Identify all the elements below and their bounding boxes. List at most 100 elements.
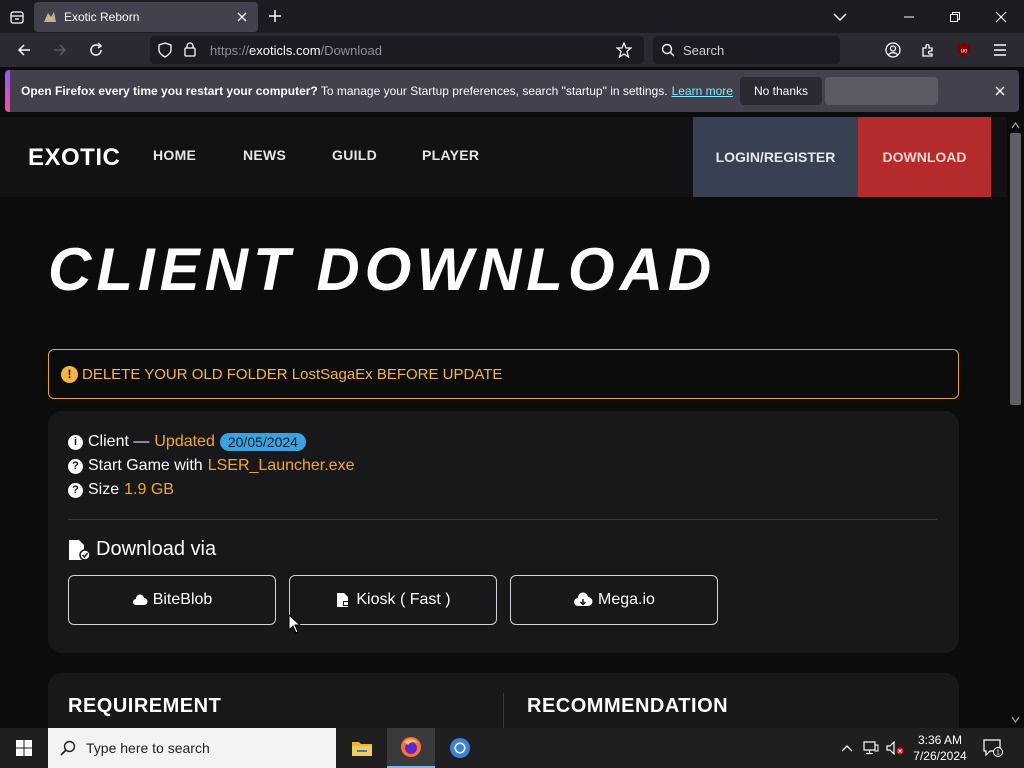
download-via-heading: Download via — [68, 538, 216, 561]
taskbar-clock[interactable]: 3:36 AM 7/26/2024 — [908, 732, 972, 764]
menu-hamburger-icon[interactable] — [987, 38, 1013, 62]
minimize-icon[interactable] — [886, 0, 932, 33]
shield-icon[interactable] — [158, 42, 172, 63]
info-icon: i — [68, 434, 83, 450]
url-host: exoticls.com — [249, 42, 321, 58]
kiosk-download-button[interactable]: Kiosk ( Fast ) — [289, 575, 497, 625]
tab-list-icon[interactable] — [0, 0, 33, 33]
notification-message: Open Firefox every time you restart your… — [21, 84, 733, 98]
client-label: Client — — [88, 433, 150, 450]
biteblob-download-button[interactable]: BiteBlob — [68, 575, 276, 625]
search-icon — [60, 740, 76, 756]
file-check-icon — [69, 539, 91, 561]
notification-bold-text: Open Firefox every time you restart your… — [21, 84, 318, 98]
file-explorer-icon[interactable] — [338, 728, 386, 768]
taskbar-search-placeholder: Type here to search — [86, 740, 210, 756]
notification-secondary-button[interactable] — [825, 77, 938, 105]
bookmark-star-icon[interactable] — [615, 41, 633, 63]
client-info-card: i Client — Updated 20/05/2024 ? Start Ga… — [48, 411, 959, 653]
site-header: EXOTIC HOME NEWS GUILD PLAYER LOGIN/REGI… — [0, 117, 1007, 197]
notification-count: 1 — [996, 750, 1000, 757]
back-icon[interactable] — [11, 38, 37, 62]
mega-label: Mega.io — [598, 591, 655, 608]
tab-overflow-chevron-icon[interactable] — [817, 0, 863, 33]
extensions-icon[interactable] — [915, 38, 941, 62]
scroll-up-icon[interactable] — [1011, 121, 1020, 130]
url-scheme: https:// — [210, 42, 250, 58]
updated-label: Updated — [154, 433, 215, 450]
svg-text:uo: uo — [961, 49, 968, 55]
launcher-row: ? Start Game with LSER_Launcher.exe — [68, 457, 354, 475]
launcher-filename: LSER_Launcher.exe — [207, 457, 355, 474]
nav-guild[interactable]: GUILD — [332, 147, 377, 163]
specs-divider — [503, 693, 504, 728]
search-bar[interactable]: Search — [653, 36, 840, 64]
size-row: ? Size 1.9 GB — [68, 481, 174, 499]
restore-icon[interactable] — [932, 0, 978, 33]
chromium-taskbar-icon[interactable] — [436, 728, 484, 768]
url-bar[interactable]: https://exoticls.com/Download — [150, 36, 644, 64]
cloud-download-icon — [574, 592, 593, 606]
notification-accent — [5, 70, 10, 112]
windows-start-icon[interactable] — [0, 728, 48, 768]
nav-home[interactable]: HOME — [153, 147, 196, 163]
kiosk-label: Kiosk ( Fast ) — [356, 591, 451, 608]
no-thanks-button[interactable]: No thanks — [740, 77, 822, 105]
learn-more-link[interactable]: Learn more — [672, 84, 733, 98]
account-icon[interactable] — [880, 38, 906, 62]
scroll-thumb[interactable] — [1010, 133, 1021, 405]
page-title: CLIENT DOWNLOAD — [48, 236, 717, 303]
download-nav-button[interactable]: DOWNLOAD — [858, 117, 991, 197]
recommendation-heading: RECOMMENDATION — [527, 695, 729, 717]
favicon-icon — [42, 9, 58, 25]
update-warning-alert: ! DELETE YOUR OLD FOLDER LostSagaEx BEFO… — [48, 349, 959, 399]
nav-news[interactable]: NEWS — [243, 147, 286, 163]
network-icon[interactable] — [860, 728, 882, 768]
download-via-text: Download via — [96, 538, 217, 560]
search-icon — [661, 43, 675, 57]
alert-text: DELETE YOUR OLD FOLDER LostSagaEx BEFORE… — [82, 365, 503, 383]
lock-icon[interactable] — [184, 42, 196, 62]
site-logo[interactable]: EXOTIC — [28, 144, 120, 172]
page-scrollbar[interactable] — [1007, 117, 1024, 728]
tray-overflow-chevron-icon[interactable] — [838, 728, 856, 768]
clock-time: 3:36 AM — [917, 733, 963, 747]
new-tab-icon[interactable] — [265, 6, 285, 26]
browser-nav-bar: https://exoticls.com/Download Search uo — [0, 33, 1024, 67]
login-register-button[interactable]: LOGIN/REGISTER — [693, 117, 858, 197]
ublock-icon[interactable]: uo — [951, 38, 977, 62]
reload-icon[interactable] — [83, 38, 109, 62]
tab-title: Exotic Reborn — [64, 10, 140, 24]
page-content: EXOTIC HOME NEWS GUILD PLAYER LOGIN/REGI… — [0, 117, 1007, 728]
close-window-icon[interactable] — [978, 0, 1024, 33]
notification-close-icon[interactable] — [991, 82, 1009, 100]
browser-tab-bar: Exotic Reborn — [0, 0, 1024, 33]
action-center-icon[interactable]: 1 — [980, 728, 1006, 768]
startup-notification-bar: Open Firefox every time you restart your… — [5, 70, 1019, 112]
requirement-heading: REQUIREMENT — [68, 695, 222, 717]
notification-text: To manage your Startup preferences, sear… — [317, 84, 668, 98]
clock-date: 7/26/2024 — [913, 749, 967, 763]
search-placeholder: Search — [683, 42, 725, 58]
question-icon: ? — [68, 482, 83, 498]
tab-close-icon[interactable] — [234, 9, 250, 25]
client-version-row: i Client — Updated 20/05/2024 — [68, 433, 306, 451]
windows-taskbar: Type here to search 3:36 AM 7/26/2024 1 — [0, 728, 1024, 768]
url-text[interactable]: https://exoticls.com/Download — [210, 43, 382, 58]
forward-icon[interactable] — [47, 38, 73, 62]
file-lock-icon — [337, 593, 350, 607]
mouse-cursor-icon — [288, 614, 302, 634]
start-game-label: Start Game with — [88, 457, 203, 474]
mega-download-button[interactable]: Mega.io — [510, 575, 718, 625]
size-value: 1.9 GB — [124, 481, 174, 498]
volume-muted-icon[interactable] — [884, 728, 906, 768]
cloud-icon — [132, 594, 148, 605]
taskbar-search-box[interactable]: Type here to search — [48, 728, 336, 768]
tab-exotic-reborn[interactable]: Exotic Reborn — [34, 2, 258, 32]
size-label: Size — [88, 481, 120, 498]
nav-player[interactable]: PLAYER — [422, 147, 479, 163]
scroll-down-icon[interactable] — [1011, 715, 1020, 724]
firefox-taskbar-icon[interactable] — [387, 728, 435, 768]
specs-card: REQUIREMENT RECOMMENDATION — [48, 673, 959, 728]
divider — [68, 519, 937, 520]
